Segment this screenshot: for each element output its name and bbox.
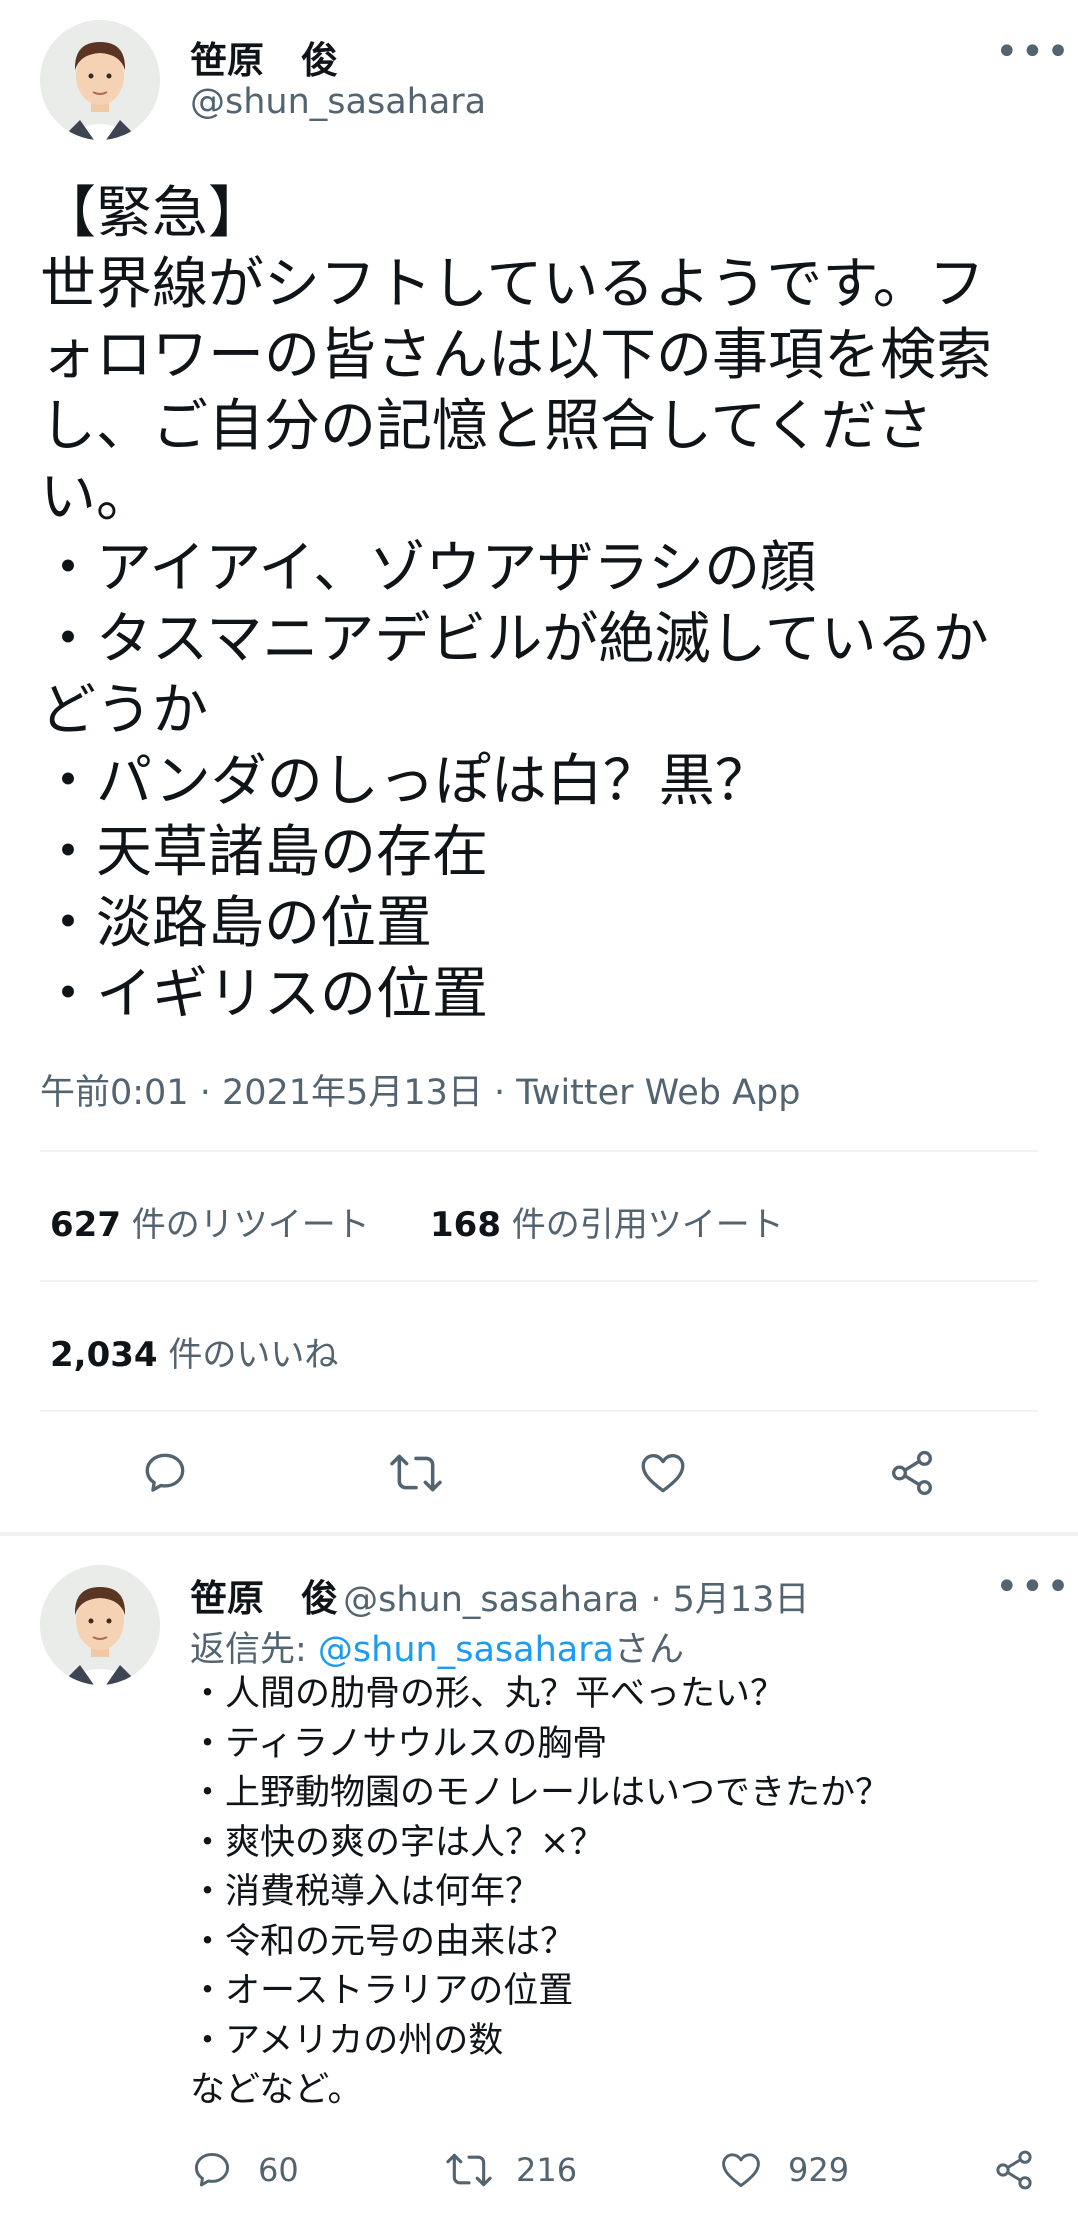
reply-author-avatar[interactable]	[40, 1565, 160, 1685]
retweet-count: 216	[516, 2151, 578, 2189]
reply-retweet-button[interactable]: 216	[444, 2148, 577, 2192]
reply-share-button[interactable]	[992, 2148, 1036, 2192]
reply-count: 60	[258, 2151, 299, 2189]
share-button[interactable]	[887, 1448, 937, 1498]
like-icon	[641, 1454, 685, 1493]
share-icon	[996, 2150, 1032, 2190]
reply-icon	[194, 2152, 230, 2187]
share-icon	[892, 1450, 932, 1496]
retweet-icon	[390, 1454, 442, 1492]
author-handle[interactable]: @shun_sasahara	[190, 82, 486, 122]
tweet-line: どうか	[40, 678, 208, 743]
divider	[40, 1410, 1038, 1412]
avatar-illustration	[40, 1565, 160, 1685]
like-button[interactable]	[637, 1448, 689, 1498]
reply-to-handle-link[interactable]: @shun_sasahara	[318, 1630, 614, 1670]
tweet-line: ・タスマニアデビルが絶滅しているか	[40, 607, 989, 672]
quotes-count-link[interactable]: 168 件の引用ツイート	[430, 1197, 784, 1246]
reply-like-button[interactable]: 929	[718, 2148, 849, 2192]
likes-count: 2,034	[50, 1335, 158, 1375]
likes-label: 件のいいね	[157, 1335, 339, 1375]
reply-icon	[145, 1453, 185, 1492]
avatar-illustration	[40, 20, 160, 140]
reply-to-line: 返信先: @shun_sasaharaさん	[190, 1621, 684, 1672]
reply-line: ・オーストラリアの位置	[190, 1971, 574, 2011]
section-separator	[0, 1532, 1078, 1536]
tweet-line: ・パンダのしっぽは白？黒？	[40, 749, 771, 814]
likes-count-link[interactable]: 2,034 件のいいね	[50, 1327, 338, 1376]
tweet-line: 世界線がシフトしているようです。フ	[40, 252, 985, 317]
reply-line: などなど。	[190, 2070, 363, 2110]
tweet-line: い。	[40, 465, 152, 530]
reply-author-name[interactable]: 笹原 俊	[190, 1577, 338, 1620]
tweet-line: 【緊急】	[40, 181, 264, 246]
tweet-line: ・淡路島の位置	[40, 891, 432, 956]
tweet-line: ・イギリスの位置	[40, 962, 488, 1027]
author-avatar[interactable]	[40, 20, 160, 140]
reply-line: ・消費税導入は何年？	[190, 1872, 541, 1912]
reply-line: ・ティラノサウルスの胸骨	[190, 1723, 608, 1764]
like-icon	[722, 2153, 760, 2188]
tweet-line: し、ご自分の記憶と照合してくださ	[40, 394, 933, 459]
reply-header: 笹原 俊 @shun_sasahara · 5月13日	[190, 1568, 809, 1622]
retweet-icon	[446, 2153, 492, 2187]
reply-line: ・爽快の爽の字は人？×？	[190, 1822, 605, 1863]
reply-to-suffix: さん	[614, 1630, 685, 1670]
quotes-label: 件の引用ツイート	[500, 1205, 784, 1245]
tweet-text: 【緊急】 世界線がシフトしているようです。フ ォロワーの皆さんは以下の事項を検索…	[40, 178, 1040, 1030]
divider	[40, 1280, 1038, 1282]
reply-button[interactable]	[140, 1448, 190, 1498]
reply-author-handle-date[interactable]: @shun_sasahara · 5月13日	[343, 1580, 809, 1620]
author-name[interactable]: 笹原 俊	[190, 30, 338, 84]
reply-text: ・人間の肋骨の形、丸？平べったい？ ・ティラノサウルスの胸骨 ・上野動物園のモノ…	[190, 1670, 1050, 2116]
retweets-count-link[interactable]: 627 件のリツイート	[50, 1197, 370, 1246]
tweet-timestamp[interactable]: 午前0:01 · 2021年5月13日 · Twitter Web App	[40, 1064, 800, 1115]
more-icon[interactable]: •••	[995, 1567, 1072, 1607]
reply-to-prefix: 返信先:	[190, 1630, 318, 1670]
retweets-label: 件のリツイート	[120, 1205, 370, 1245]
quotes-count: 168	[430, 1205, 501, 1245]
reply-line: ・上野動物園のモノレールはいつできたか？	[190, 1773, 891, 1813]
retweets-count: 627	[50, 1205, 121, 1245]
retweet-button[interactable]	[388, 1448, 444, 1498]
tweet-line: ォロワーの皆さんは以下の事項を検索	[40, 323, 992, 388]
reply-line: ・令和の元号の由来は？	[190, 1921, 576, 1962]
reply-reply-button[interactable]: 60	[190, 2148, 299, 2192]
divider	[40, 1150, 1038, 1152]
reply-line: ・人間の肋骨の形、丸？平べったい？	[190, 1674, 786, 1714]
tweet-line: ・天草諸島の存在	[40, 820, 488, 885]
more-icon[interactable]: •••	[995, 32, 1072, 72]
tweet-line: ・アイアイ、ゾウアザラシの顔	[40, 536, 817, 601]
reply-line: ・アメリカの州の数	[190, 2020, 504, 2061]
like-count: 929	[788, 2151, 850, 2189]
